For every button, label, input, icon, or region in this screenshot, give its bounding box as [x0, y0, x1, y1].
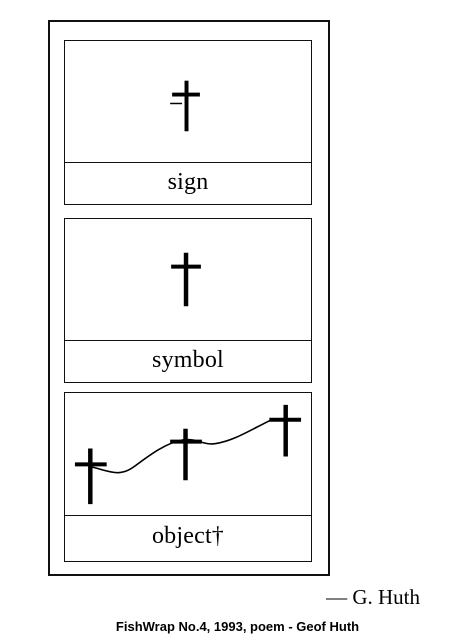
- sign-label: sign: [167, 169, 209, 195]
- cross-icon: [170, 428, 202, 481]
- symbol-panel: symbol: [64, 218, 312, 383]
- object-label: object†: [151, 523, 225, 549]
- crosses-with-wire: [74, 404, 302, 505]
- cross-icon: [170, 80, 200, 132]
- sign-panel: sign: [64, 40, 312, 205]
- object-art: [65, 393, 311, 516]
- symbol-art: [65, 219, 311, 341]
- page-caption: FishWrap No.4, 1993, poem - Geof Huth: [115, 619, 360, 634]
- cross-icon: [74, 448, 107, 505]
- cross-icon: [269, 404, 302, 457]
- sign-art: [65, 41, 311, 163]
- symbol-label: symbol: [152, 347, 224, 373]
- author-signature: — G. Huth: [326, 585, 420, 609]
- object-panel: object†: [64, 392, 312, 562]
- cross-icon: [171, 252, 201, 307]
